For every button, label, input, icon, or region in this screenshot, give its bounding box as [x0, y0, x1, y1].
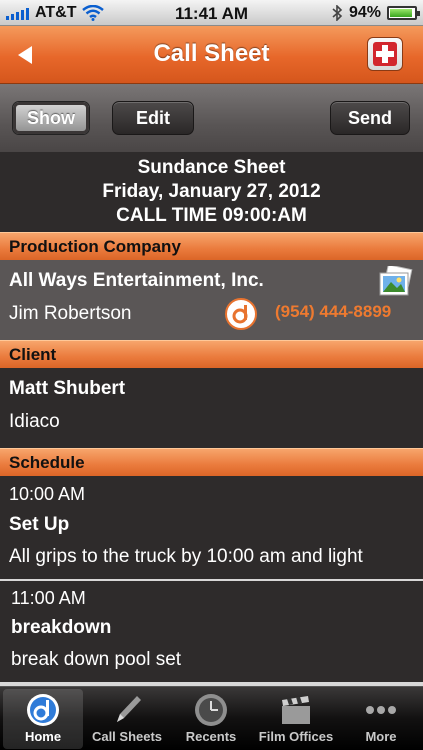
- schedule-item-note: All grips to the truck by 10:00 am and l…: [9, 546, 363, 567]
- tab-bar: Home Call Sheets Recents Film Offices Mo…: [0, 686, 423, 750]
- schedule-item-time: 11:00 AM: [11, 588, 86, 608]
- show-button[interactable]: Show: [12, 101, 90, 135]
- send-button[interactable]: Send: [330, 101, 410, 135]
- schedule-divider: [0, 579, 423, 581]
- production-company-name: All Ways Entertainment, Inc.: [9, 270, 264, 291]
- schedule-item-note: break down pool set: [11, 649, 182, 670]
- schedule-item-title: Set Up: [9, 514, 70, 535]
- tab-label: Film Offices: [258, 729, 334, 744]
- clock-icon: [195, 694, 227, 726]
- toolbar: Show Edit Send: [0, 84, 423, 152]
- client-section-header: Client: [0, 340, 423, 368]
- home-icon: [27, 694, 59, 726]
- edit-button[interactable]: Edit: [112, 101, 194, 135]
- add-button[interactable]: [367, 37, 403, 71]
- sheet-header: Sundance Sheet Friday, January 27, 2012 …: [0, 152, 423, 232]
- more-icon: [366, 706, 396, 714]
- client-company: Idiaco: [9, 411, 60, 432]
- battery-icon: [387, 6, 420, 20]
- tab-label: Recents: [185, 729, 237, 744]
- schedule-section-header: Schedule: [0, 448, 423, 476]
- tab-recents[interactable]: Recents: [171, 689, 251, 749]
- schedule-item-time: 10:00 AM: [9, 484, 86, 504]
- tab-home[interactable]: Home: [3, 689, 83, 749]
- clapperboard-icon: [282, 696, 310, 724]
- battery-percent: 94%: [348, 4, 381, 21]
- sheet-date: Friday, January 27, 2012: [102, 181, 321, 202]
- production-section-header: Production Company: [0, 232, 423, 260]
- dial-logo-icon: [232, 305, 248, 324]
- page-title: Call Sheet: [153, 40, 270, 67]
- client-panel[interactable]: Matt Shubert Idiaco: [0, 368, 423, 448]
- pencil-icon: [117, 696, 141, 722]
- client-name: Matt Shubert: [9, 378, 126, 399]
- plus-icon: [373, 42, 397, 66]
- production-phone-link[interactable]: (954) 444-8899: [275, 302, 391, 322]
- schedule-panel: 10:00 AM Set Up All grips to the truck b…: [0, 476, 423, 686]
- nav-bar: Call Sheet: [0, 26, 423, 84]
- bluetooth-icon: [332, 5, 343, 21]
- tab-film-offices[interactable]: Film Offices: [256, 689, 336, 749]
- sheet-call-time: CALL TIME 09:00:AM: [116, 205, 307, 226]
- tab-more[interactable]: More: [341, 689, 421, 749]
- production-panel[interactable]: All Ways Entertainment, Inc. Jim Roberts…: [0, 260, 423, 340]
- schedule-item-title: breakdown: [11, 617, 112, 638]
- status-right: 94%: [331, 4, 420, 22]
- tab-label: Home: [24, 729, 62, 744]
- production-contact-name: Jim Robertson: [9, 303, 132, 324]
- status-bar: AT&T 11:41 AM 94%: [0, 0, 423, 26]
- photos-icon[interactable]: [377, 266, 415, 300]
- sheet-name: Sundance Sheet: [137, 157, 286, 178]
- tab-call-sheets[interactable]: Call Sheets: [87, 689, 167, 749]
- tab-label: More: [365, 729, 397, 744]
- dial-icon[interactable]: [225, 298, 257, 330]
- tab-label: Call Sheets: [91, 729, 163, 744]
